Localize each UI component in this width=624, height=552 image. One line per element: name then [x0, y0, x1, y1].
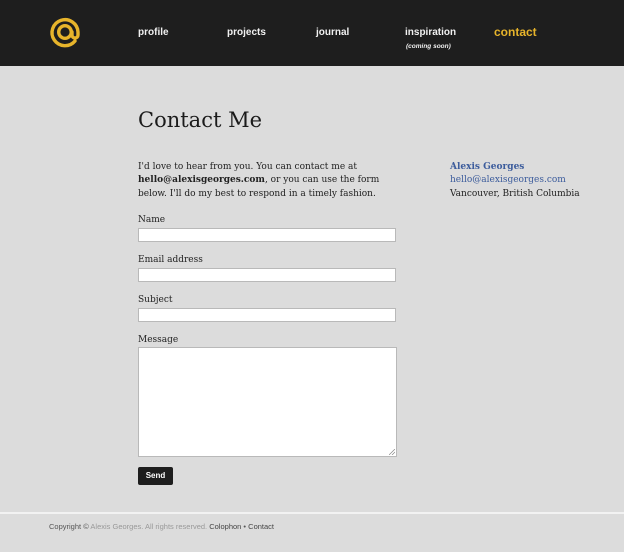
name-label: Name	[138, 215, 166, 225]
nav-projects[interactable]: projects	[227, 27, 266, 39]
nav-journal[interactable]: journal	[316, 27, 349, 39]
site-header: profile projects journal inspiration (co…	[0, 0, 624, 66]
email-label: Email address	[138, 255, 203, 265]
email-input[interactable]	[138, 268, 396, 282]
footer-contact-link[interactable]: Contact	[248, 522, 274, 531]
nav-inspiration[interactable]: inspiration	[405, 27, 456, 39]
subject-label: Subject	[138, 295, 173, 305]
intro-text: I'd love to hear from you. You can conta…	[138, 161, 403, 201]
subject-input[interactable]	[138, 308, 396, 322]
contact-sidebar: Alexis Georges hello@alexisgeorges.com V…	[450, 161, 615, 201]
at-sign-logo-icon[interactable]	[48, 15, 82, 49]
intro-text-1: I'd love to hear from you. You can conta…	[138, 162, 357, 172]
sidebar-email-link[interactable]: hello@alexisgeorges.com	[450, 174, 615, 187]
intro-email: hello@alexisgeorges.com	[138, 175, 265, 186]
footer-copyright: Copyright	[49, 522, 82, 531]
footer-separator: •	[243, 522, 247, 531]
copyright-icon: ©	[83, 522, 89, 531]
footer-colophon-link[interactable]: Colophon	[209, 522, 241, 531]
footer: Copyright © Alexis Georges. All rights r…	[49, 522, 274, 531]
name-input[interactable]	[138, 228, 396, 242]
message-label: Message	[138, 335, 179, 345]
footer-divider	[0, 512, 624, 514]
send-button[interactable]: Send	[138, 467, 173, 485]
page-title: Contact Me	[138, 108, 263, 132]
sidebar-location: Vancouver, British Columbia	[450, 188, 580, 199]
resize-grip-icon[interactable]	[389, 449, 395, 455]
message-textarea[interactable]	[138, 347, 397, 457]
nav-inspiration-note: (coming soon)	[406, 43, 451, 50]
footer-owner: Alexis Georges. All rights reserved.	[90, 522, 208, 531]
nav-profile[interactable]: profile	[138, 27, 169, 39]
nav-contact[interactable]: contact	[494, 26, 537, 38]
sidebar-name-link[interactable]: Alexis Georges	[450, 161, 615, 174]
